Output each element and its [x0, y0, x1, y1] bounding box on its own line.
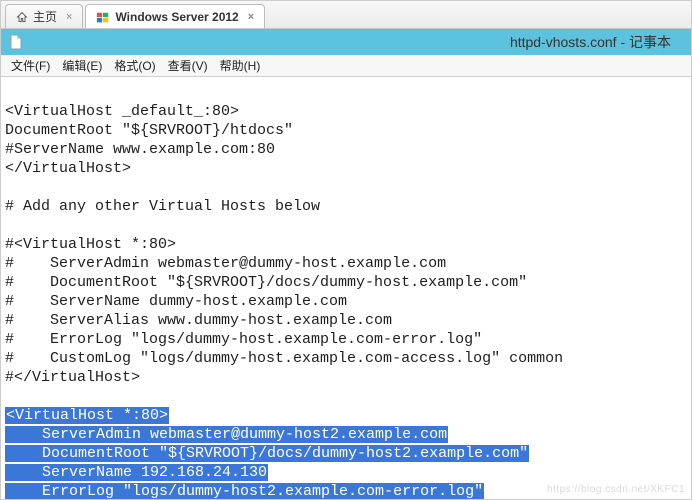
tab-home[interactable]: 主页 × — [5, 4, 83, 28]
browser-tabbar: 主页 × Windows Server 2012 × — [1, 1, 691, 29]
document-icon — [9, 34, 23, 50]
tab-label: Windows Server 2012 — [115, 10, 238, 24]
editor-area[interactable]: <VirtualHost _default_:80> DocumentRoot … — [1, 77, 691, 500]
notepad-titlebar: httpd-vhosts.conf - 记事本 — [1, 29, 691, 55]
menu-view[interactable]: 查看(V) — [164, 55, 212, 76]
window: 主页 × Windows Server 2012 × httpd-vhosts.… — [0, 0, 692, 500]
close-icon[interactable]: × — [248, 11, 254, 23]
menu-help[interactable]: 帮助(H) — [216, 55, 265, 76]
tab-label: 主页 — [33, 8, 57, 25]
close-icon[interactable]: × — [66, 11, 72, 23]
watermark: https://blog.csdn.net/XKFC1 — [547, 484, 685, 495]
code-content[interactable]: <VirtualHost _default_:80> DocumentRoot … — [5, 83, 687, 500]
tab-windows-server[interactable]: Windows Server 2012 × — [85, 4, 265, 28]
menu-edit[interactable]: 编辑(E) — [58, 55, 106, 76]
menubar: 文件(F) 编辑(E) 格式(O) 查看(V) 帮助(H) — [1, 55, 691, 77]
menu-format[interactable]: 格式(O) — [110, 55, 159, 76]
home-icon — [16, 11, 28, 23]
window-title: httpd-vhosts.conf - 记事本 — [510, 32, 683, 52]
windows-icon — [96, 11, 110, 23]
menu-file[interactable]: 文件(F) — [7, 55, 54, 76]
